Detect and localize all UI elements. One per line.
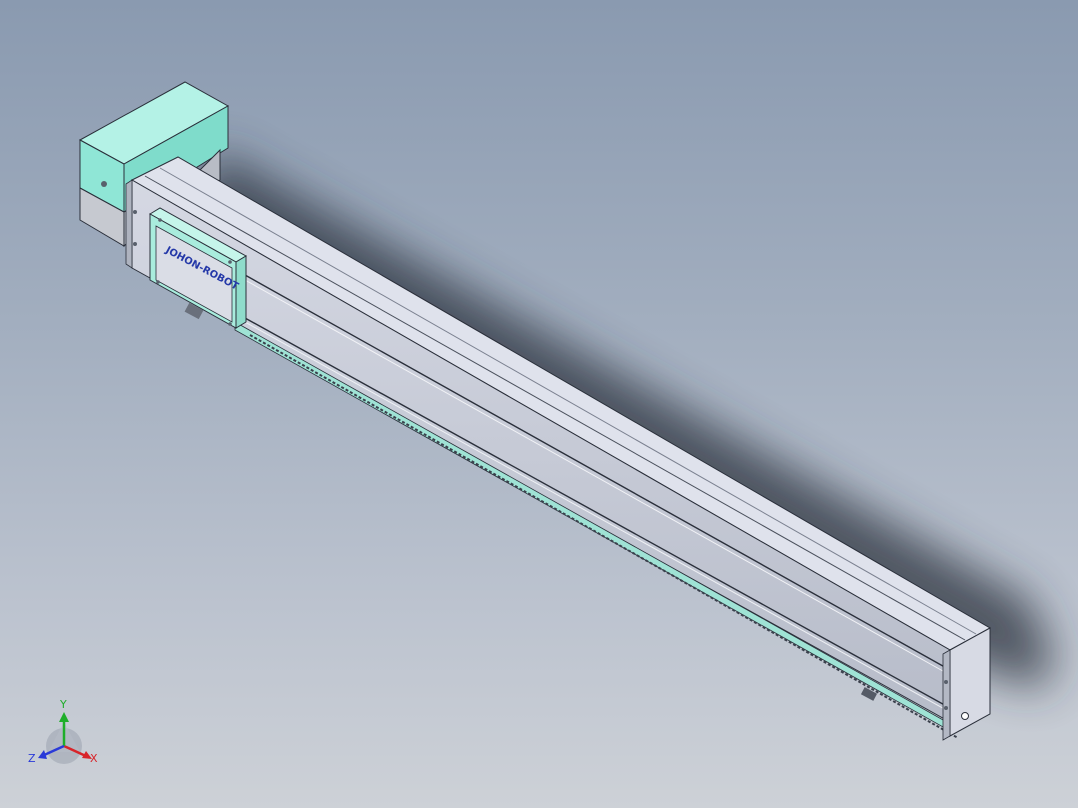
start-plate-screw [133, 242, 137, 246]
linear-rail[interactable] [125, 156, 992, 741]
carriage-screw [228, 322, 232, 326]
rail-slot-line [144, 175, 966, 641]
cad-3d-viewport[interactable]: JOHON-ROBOT X Y Z [0, 0, 1078, 808]
start-plate-screw [133, 210, 137, 214]
rail-groove [244, 279, 951, 676]
y-axis-label: Y [59, 698, 67, 711]
linear-actuator-model[interactable]: JOHON-ROBOT X Y Z [0, 0, 1078, 808]
rail-top-surface [130, 156, 992, 651]
limit-sensor [860, 687, 878, 701]
end-cap-hole [961, 712, 969, 720]
rail-groove [244, 274, 951, 671]
carriage-screw [158, 218, 162, 222]
end-cap-screw [944, 680, 948, 684]
carriage-plate-side [235, 255, 247, 329]
carriage-screw [228, 260, 232, 264]
end-cap-screw [944, 706, 948, 710]
z-axis-label: Z [28, 752, 36, 765]
rail-end-cap-rim [942, 649, 951, 741]
x-axis-label: X [90, 752, 98, 765]
carriage-screw [156, 280, 160, 284]
axis-triad: X Y Z [28, 698, 98, 765]
rail-start-plate [125, 179, 133, 269]
y-axis-arrow [59, 712, 69, 722]
rail-slot-line [159, 167, 977, 635]
mount-hole [101, 181, 107, 187]
